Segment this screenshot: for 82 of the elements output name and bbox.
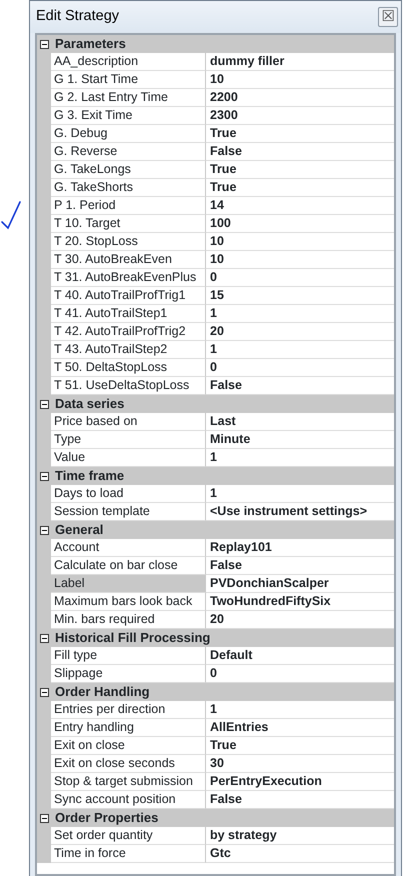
- category-header: General: [54, 521, 104, 540]
- collapse-icon[interactable]: [40, 40, 48, 48]
- category-header: Order Handling: [54, 683, 150, 702]
- category-header: Data series: [54, 395, 124, 414]
- window-title: Edit Strategy: [36, 7, 120, 26]
- property-name[interactable]: P 1. Period: [51, 197, 206, 215]
- category-header: Time frame: [54, 467, 124, 486]
- property-value[interactable]: dummy filler: [206, 53, 394, 71]
- property-value[interactable]: 10: [206, 71, 394, 89]
- property-value[interactable]: False: [206, 557, 394, 575]
- property-name[interactable]: Fill type: [51, 647, 206, 665]
- property-name[interactable]: Account: [51, 539, 206, 557]
- property-name[interactable]: Time in force: [51, 845, 206, 863]
- property-value[interactable]: False: [206, 143, 394, 161]
- property-name[interactable]: Label: [51, 575, 206, 593]
- property-name[interactable]: G. TakeShorts: [51, 179, 206, 197]
- property-name[interactable]: T 42. AutoTrailProfTrig2: [51, 323, 206, 341]
- collapse-icon[interactable]: [40, 634, 48, 642]
- collapse-icon[interactable]: [40, 526, 48, 534]
- property-value[interactable]: Last: [206, 413, 394, 431]
- property-value[interactable]: True: [206, 161, 394, 179]
- property-value[interactable]: 20: [206, 323, 394, 341]
- property-value[interactable]: Default: [206, 647, 394, 665]
- property-value[interactable]: 15: [206, 287, 394, 305]
- property-value[interactable]: AllEntries: [206, 719, 394, 737]
- property-name[interactable]: T 30. AutoBreakEven: [51, 251, 206, 269]
- property-value[interactable]: 0: [206, 359, 394, 377]
- property-name[interactable]: Type: [51, 431, 206, 449]
- property-name[interactable]: Set order quantity: [51, 827, 206, 845]
- property-name[interactable]: T 31. AutoBreakEvenPlus: [51, 269, 206, 287]
- property-name[interactable]: T 10. Target: [51, 215, 206, 233]
- property-name[interactable]: G 3. Exit Time: [51, 107, 206, 125]
- property-value[interactable]: 1: [206, 485, 394, 503]
- property-value[interactable]: 0: [206, 269, 394, 287]
- property-value[interactable]: 10: [206, 233, 394, 251]
- collapse-icon[interactable]: [40, 472, 48, 480]
- property-name[interactable]: Entry handling: [51, 719, 206, 737]
- property-name[interactable]: Exit on close seconds: [51, 755, 206, 773]
- category-header: Historical Fill Processing: [54, 629, 210, 648]
- property-value[interactable]: True: [206, 125, 394, 143]
- close-button[interactable]: ☒: [378, 7, 398, 27]
- property-value[interactable]: 30: [206, 755, 394, 773]
- property-name[interactable]: Price based on: [51, 413, 206, 431]
- collapse-icon[interactable]: [40, 400, 48, 408]
- property-value[interactable]: PerEntryExecution: [206, 773, 394, 791]
- property-value[interactable]: 2200: [206, 89, 394, 107]
- property-name[interactable]: T 41. AutoTrailStep1: [51, 305, 206, 323]
- property-name[interactable]: Exit on close: [51, 737, 206, 755]
- property-value[interactable]: 1: [206, 701, 394, 719]
- property-value[interactable]: 1: [206, 305, 394, 323]
- property-name[interactable]: G. Reverse: [51, 143, 206, 161]
- property-name[interactable]: G 1. Start Time: [51, 71, 206, 89]
- property-value[interactable]: 1: [206, 341, 394, 359]
- property-name[interactable]: Maximum bars look back: [51, 593, 206, 611]
- property-value[interactable]: TwoHundredFiftySix: [206, 593, 394, 611]
- property-name[interactable]: T 40. AutoTrailProfTrig1: [51, 287, 206, 305]
- property-name[interactable]: T 20. StopLoss: [51, 233, 206, 251]
- property-name[interactable]: Entries per direction: [51, 701, 206, 719]
- collapse-icon[interactable]: [40, 688, 48, 696]
- property-value[interactable]: 14: [206, 197, 394, 215]
- property-name[interactable]: Stop & target submission: [51, 773, 206, 791]
- property-name[interactable]: G. TakeLongs: [51, 161, 206, 179]
- property-name[interactable]: T 43. AutoTrailStep2: [51, 341, 206, 359]
- property-value[interactable]: 10: [206, 251, 394, 269]
- category-header: Order Properties: [54, 809, 158, 828]
- property-value[interactable]: 2300: [206, 107, 394, 125]
- property-value[interactable]: Replay101: [206, 539, 394, 557]
- property-value[interactable]: 100: [206, 215, 394, 233]
- property-name[interactable]: Days to load: [51, 485, 206, 503]
- property-value[interactable]: by strategy: [206, 827, 394, 845]
- property-value[interactable]: True: [206, 179, 394, 197]
- property-value[interactable]: PVDonchianScalper: [206, 575, 394, 593]
- property-name[interactable]: AA_description: [51, 53, 206, 71]
- property-name[interactable]: T 50. DeltaStopLoss: [51, 359, 206, 377]
- property-value[interactable]: True: [206, 737, 394, 755]
- category-header: Parameters: [54, 35, 126, 54]
- property-value[interactable]: Minute: [206, 431, 394, 449]
- property-name[interactable]: G. Debug: [51, 125, 206, 143]
- property-name[interactable]: G 2. Last Entry Time: [51, 89, 206, 107]
- property-value[interactable]: Gtc: [206, 845, 394, 863]
- check-mark-icon: [0, 200, 22, 230]
- collapse-icon[interactable]: [40, 814, 48, 822]
